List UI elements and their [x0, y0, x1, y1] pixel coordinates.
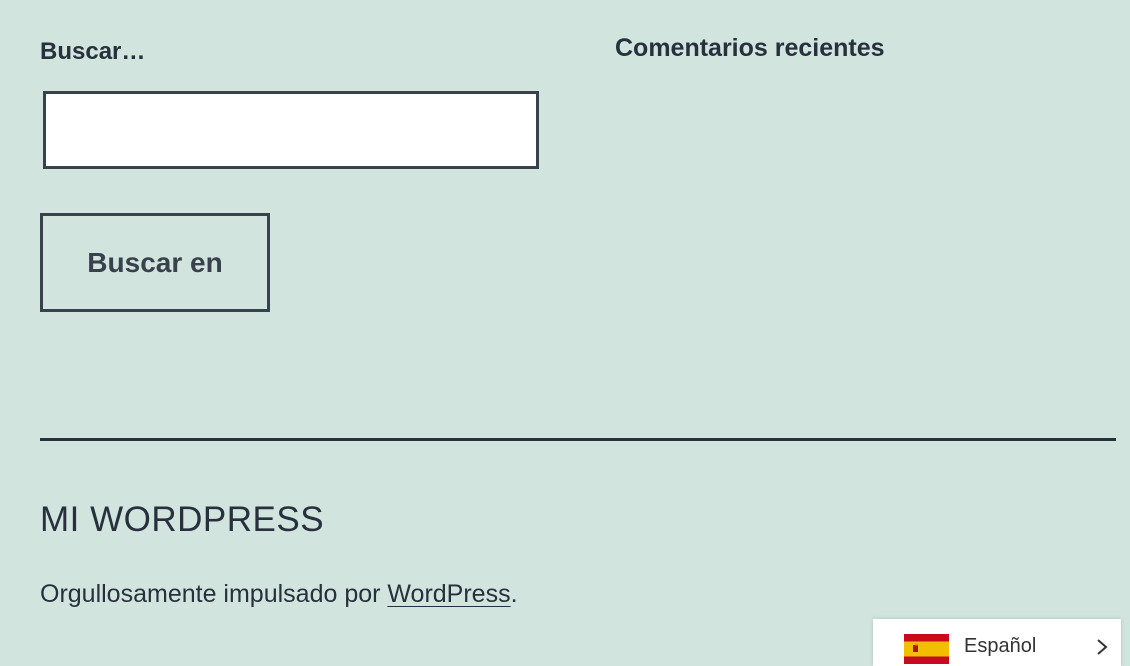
- footer-divider: [40, 438, 1116, 441]
- recent-comments-heading: Comentarios recientes: [615, 34, 885, 62]
- search-label: Buscar…: [40, 38, 146, 65]
- wordpress-link[interactable]: WordPress: [387, 580, 510, 608]
- language-switcher[interactable]: Español: [873, 619, 1121, 666]
- powered-by-prefix: Orgullosamente impulsado por: [40, 580, 388, 608]
- powered-by-text: Orgullosamente impulsado por WordPress.: [40, 580, 518, 609]
- chevron-right-icon: [1097, 639, 1108, 655]
- spain-flag-icon: [904, 634, 949, 664]
- search-input[interactable]: [43, 91, 539, 169]
- powered-by-suffix: .: [510, 580, 518, 608]
- language-label: Español: [964, 635, 1037, 657]
- search-button[interactable]: Buscar en: [40, 213, 270, 312]
- site-title: MI WORDPRESS: [40, 500, 325, 539]
